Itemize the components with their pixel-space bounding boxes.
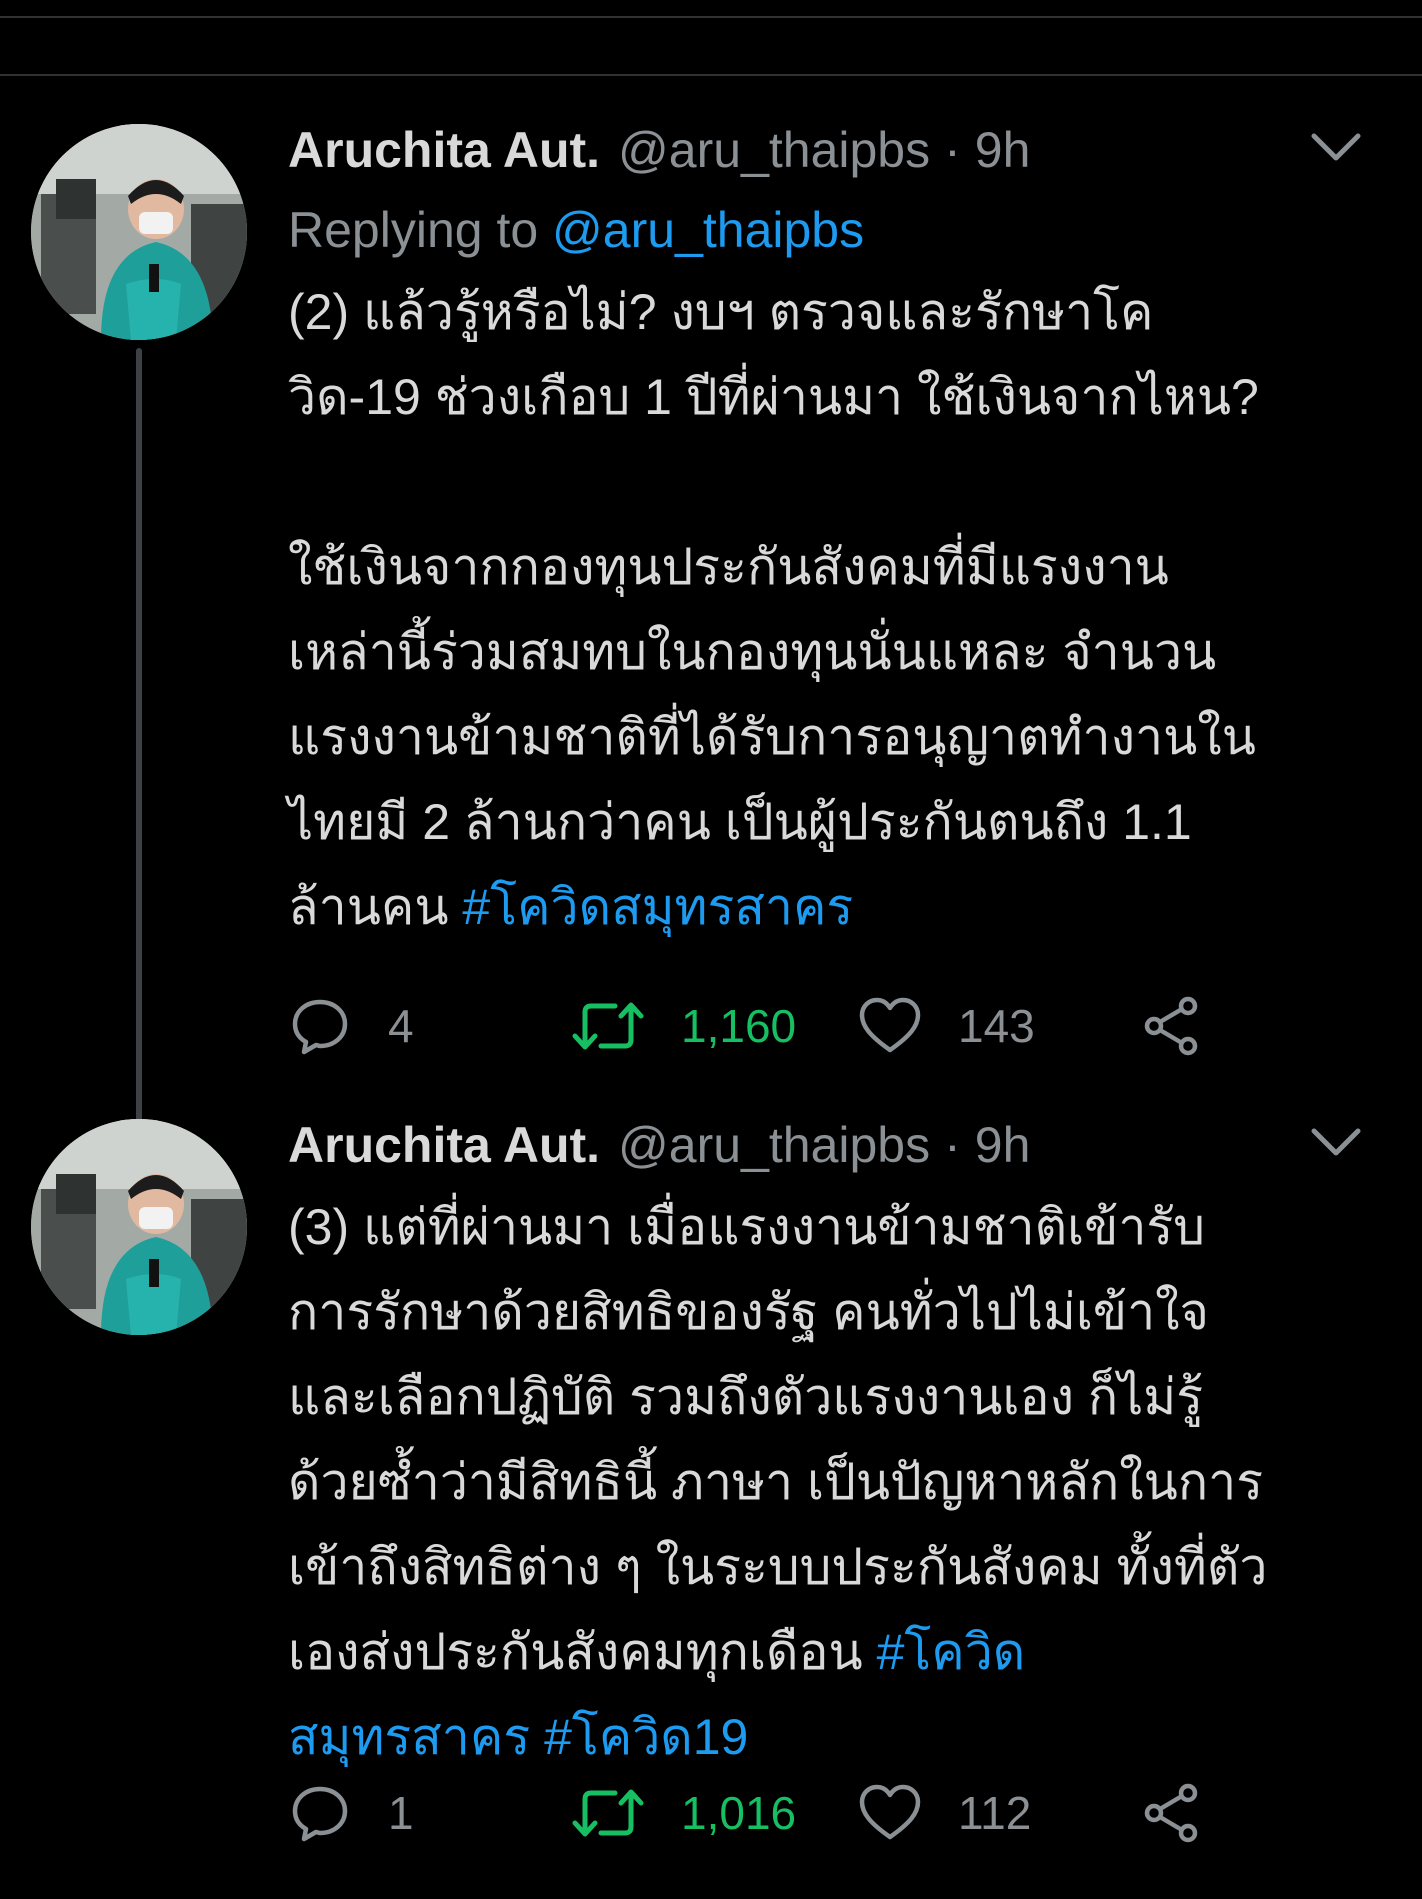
tweet-actions: 1 1,016 112: [288, 1773, 1422, 1853]
hashtag-link[interactable]: #โควิดสมุทรสาคร: [462, 879, 853, 935]
reply-count: 4: [388, 1000, 414, 1052]
separator-dot: ·: [944, 122, 961, 178]
like-count: 112: [958, 1787, 1032, 1839]
share-button[interactable]: [1140, 1773, 1240, 1853]
heart-icon: [859, 997, 921, 1053]
replying-to-link[interactable]: @aru_thaipbs: [552, 202, 864, 258]
tweet-content: Aruchita Aut. @aru_thaipbs · 9h (3) แต่ท…: [288, 1105, 1366, 1780]
tweet-text: (2) แล้วรู้หรือไม่? งบฯ ตรวจและรักษาโค ว…: [288, 270, 1366, 950]
tweet-content: Aruchita Aut. @aru_thaipbs · 9h Replying…: [288, 110, 1366, 950]
like-button[interactable]: 112: [858, 1773, 1031, 1853]
user-handle[interactable]: @aru_thaipbs: [618, 1116, 930, 1174]
share-button[interactable]: [1140, 986, 1240, 1066]
tweet-body: (3) แต่ที่ผ่านมา เมื่อแรงงานข้ามชาติเข้า…: [288, 1199, 1268, 1680]
like-button[interactable]: 143: [858, 986, 1035, 1066]
tweet-actions: 4 1,160 143: [288, 986, 1422, 1066]
retweet-arrows-icon: [572, 1002, 644, 1050]
avatar[interactable]: [31, 124, 247, 340]
tweet-text: (3) แต่ที่ผ่านมา เมื่อแรงงานข้ามชาติเข้า…: [288, 1185, 1366, 1780]
avatar-photo: [31, 1119, 247, 1335]
timestamp[interactable]: 9h: [975, 1116, 1031, 1174]
replying-prefix: Replying to: [288, 202, 553, 258]
replying-to: Replying to @aru_thaipbs: [288, 190, 1366, 270]
share-nodes-icon: [1144, 996, 1198, 1056]
speech-bubble-icon: [292, 999, 348, 1055]
reply-button[interactable]: 4: [288, 986, 414, 1066]
tweet-header: Aruchita Aut. @aru_thaipbs · 9h: [288, 1105, 1366, 1185]
top-divider: [0, 0, 1422, 18]
tweet-body: (2) แล้วรู้หรือไม่? งบฯ ตรวจและรักษาโค ว…: [288, 284, 1259, 935]
user-handle[interactable]: @aru_thaipbs: [618, 121, 930, 179]
retweet-arrows-icon: [572, 1789, 644, 1837]
retweet-count: 1,160: [681, 1000, 797, 1052]
tweet-2[interactable]: Aruchita Aut. @aru_thaipbs · 9h (3) แต่ท…: [0, 1105, 1422, 1885]
speech-bubble-icon: [292, 1786, 348, 1842]
chevron-down-icon[interactable]: [1306, 1119, 1366, 1165]
display-name[interactable]: Aruchita Aut.: [288, 1116, 600, 1174]
retweet-button[interactable]: 1,160: [571, 986, 796, 1066]
reply-button[interactable]: 1: [288, 1773, 414, 1853]
retweet-button[interactable]: 1,016: [571, 1773, 796, 1853]
tweet-1[interactable]: Aruchita Aut. @aru_thaipbs · 9h Replying…: [0, 110, 1422, 1222]
avatar-photo: [31, 124, 247, 340]
timestamp[interactable]: 9h: [975, 121, 1031, 179]
share-nodes-icon: [1144, 1783, 1198, 1843]
display-name[interactable]: Aruchita Aut.: [288, 121, 600, 179]
avatar[interactable]: [31, 1119, 247, 1335]
section-divider: [0, 74, 1422, 76]
thread-connector: [136, 348, 142, 1222]
separator-dot: ·: [944, 1117, 961, 1173]
retweet-count: 1,016: [681, 1787, 797, 1839]
reply-count: 1: [388, 1787, 414, 1839]
tweet-header: Aruchita Aut. @aru_thaipbs · 9h: [288, 110, 1366, 190]
like-count: 143: [958, 1000, 1035, 1052]
chevron-down-icon[interactable]: [1306, 124, 1366, 170]
heart-icon: [859, 1784, 921, 1840]
